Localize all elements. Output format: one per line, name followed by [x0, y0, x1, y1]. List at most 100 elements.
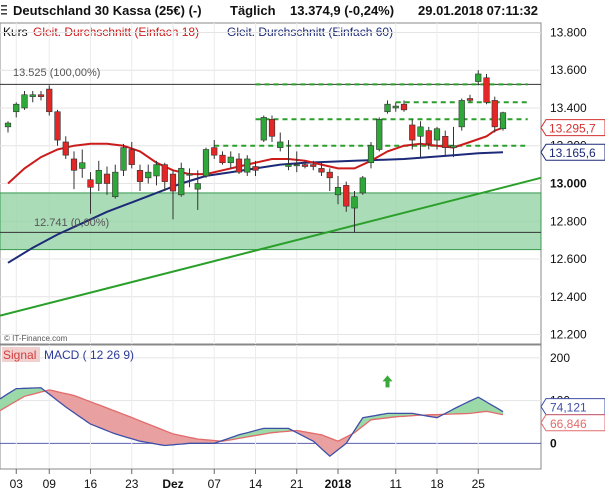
- candle-body: [252, 166, 259, 171]
- candle-body: [285, 164, 292, 167]
- macd-fill-segment: [94, 403, 99, 428]
- header-period: Täglich: [230, 3, 276, 18]
- candle-body: [499, 112, 507, 130]
- candle-body: [326, 171, 333, 179]
- candle-body: [136, 169, 144, 182]
- price-tick-label: 12.800: [550, 214, 587, 228]
- candle-body: [310, 164, 317, 167]
- macd-fill-segment: [82, 398, 87, 422]
- candle-body: [268, 119, 276, 137]
- price-tick-label: 13.400: [550, 101, 587, 115]
- candle-body: [120, 147, 127, 171]
- candle-body: [442, 135, 449, 148]
- header-instrument: Deutschland 30 Kassa (25€) (-): [13, 3, 202, 18]
- legend-signal: Signal: [3, 348, 36, 362]
- macd-tick-label: 200: [550, 351, 570, 365]
- candle-body: [4, 122, 12, 128]
- price-tick-label: 13.000: [550, 177, 587, 191]
- x-tick-label: 25: [472, 477, 486, 491]
- header-datetime: 29.01.2018 07:11:32: [418, 3, 538, 18]
- x-tick-label: Dez: [162, 477, 183, 491]
- macd-fill-segment: [115, 410, 120, 436]
- candle-body: [54, 111, 61, 141]
- candle-body: [343, 185, 350, 207]
- macd-fill-segment: [152, 425, 157, 445]
- candle-body: [145, 171, 152, 179]
- candle-body: [359, 177, 366, 194]
- macd-fill-segment: [86, 399, 91, 425]
- macd-fill-segment: [106, 407, 112, 433]
- candle-body: [178, 168, 185, 196]
- candle-body: [37, 94, 45, 97]
- x-tick-label: 07: [208, 477, 222, 491]
- candle-body: [318, 168, 325, 173]
- candle-body: [29, 94, 36, 97]
- macd-fill-segment: [176, 434, 182, 445]
- price-tick-label: 13.600: [550, 63, 587, 77]
- x-tick-label: 16: [84, 477, 98, 491]
- macd-fill-segment: [131, 417, 137, 441]
- candle-body: [293, 164, 300, 167]
- candle-body: [417, 126, 424, 137]
- candle-body: [244, 158, 251, 173]
- header-last-price: 13.374,9 (-0,24%): [290, 3, 394, 18]
- candle-body: [334, 186, 342, 196]
- candle-body: [483, 77, 490, 103]
- candle-body: [425, 130, 432, 145]
- candle-body: [13, 103, 20, 113]
- x-tick-label: 18: [430, 477, 444, 491]
- x-tick-label: 2018: [325, 477, 352, 491]
- candle-body: [219, 154, 226, 164]
- price-badge-label: 13.295,7: [549, 122, 596, 136]
- header-bar: Deutschland 30 Kassa (25€) (-) Täglich 1…: [13, 3, 538, 18]
- candle-body: [95, 169, 102, 184]
- candle-body: [458, 100, 465, 128]
- x-tick-label: 23: [125, 477, 139, 491]
- x-tick-label: 09: [43, 477, 57, 491]
- candle-body: [367, 145, 375, 164]
- macd-fill-segment: [119, 412, 124, 437]
- candle-body: [79, 162, 86, 169]
- macd-badge-label: 66,846: [550, 417, 587, 431]
- macd-badges: 74,121 66,846: [540, 398, 605, 432]
- macd-badge-label: 74,121: [550, 401, 587, 415]
- candle-body: [301, 164, 309, 167]
- candle-body: [87, 179, 94, 188]
- macd-fill-segment: [127, 415, 132, 440]
- price-tick-label: 13.800: [550, 25, 587, 39]
- macd-fill-segment: [160, 428, 165, 446]
- candle-body: [351, 196, 358, 209]
- macd-fill-segment: [77, 396, 83, 419]
- candle-body: [21, 94, 28, 109]
- candle-body: [211, 147, 218, 156]
- fib-high-label: 13.525 (100,00%): [13, 67, 100, 79]
- price-y-axis: 13.80013.60013.40013.20013.00012.80012.6…: [550, 25, 587, 341]
- candle-body: [466, 98, 474, 101]
- candle-body: [433, 128, 441, 141]
- candle-body: [161, 164, 168, 182]
- price-tick-label: 12.400: [550, 290, 587, 304]
- candle-body: [62, 141, 69, 156]
- macd-tick-label: 0: [550, 436, 557, 450]
- price-badge-label: 13.165,6: [549, 146, 596, 160]
- candle-body: [376, 119, 383, 150]
- macd-fill-segment: [143, 422, 149, 443]
- macd-legend: Signal MACD ( 12 26 9): [2, 347, 134, 362]
- candle-body: [169, 173, 177, 192]
- candle-body: [384, 103, 391, 113]
- macd-fill-segment: [90, 401, 95, 427]
- candle-body: [186, 173, 193, 176]
- macd-fill-segment: [110, 409, 116, 435]
- macd-fill-segment: [135, 418, 141, 442]
- x-tick-label: 14: [249, 477, 263, 491]
- x-tick-label: 21: [290, 477, 304, 491]
- price-tick-label: 12.600: [550, 252, 587, 266]
- candle-body: [277, 141, 284, 148]
- candle-body: [450, 145, 457, 148]
- candle-body: [227, 156, 234, 164]
- macd-fill-segment: [156, 427, 161, 446]
- candle-body: [46, 88, 53, 113]
- candle-body: [128, 149, 135, 165]
- header-menu-icon[interactable]: [1, 5, 7, 15]
- fib-low-label: 12.741 (0,00%): [34, 217, 109, 229]
